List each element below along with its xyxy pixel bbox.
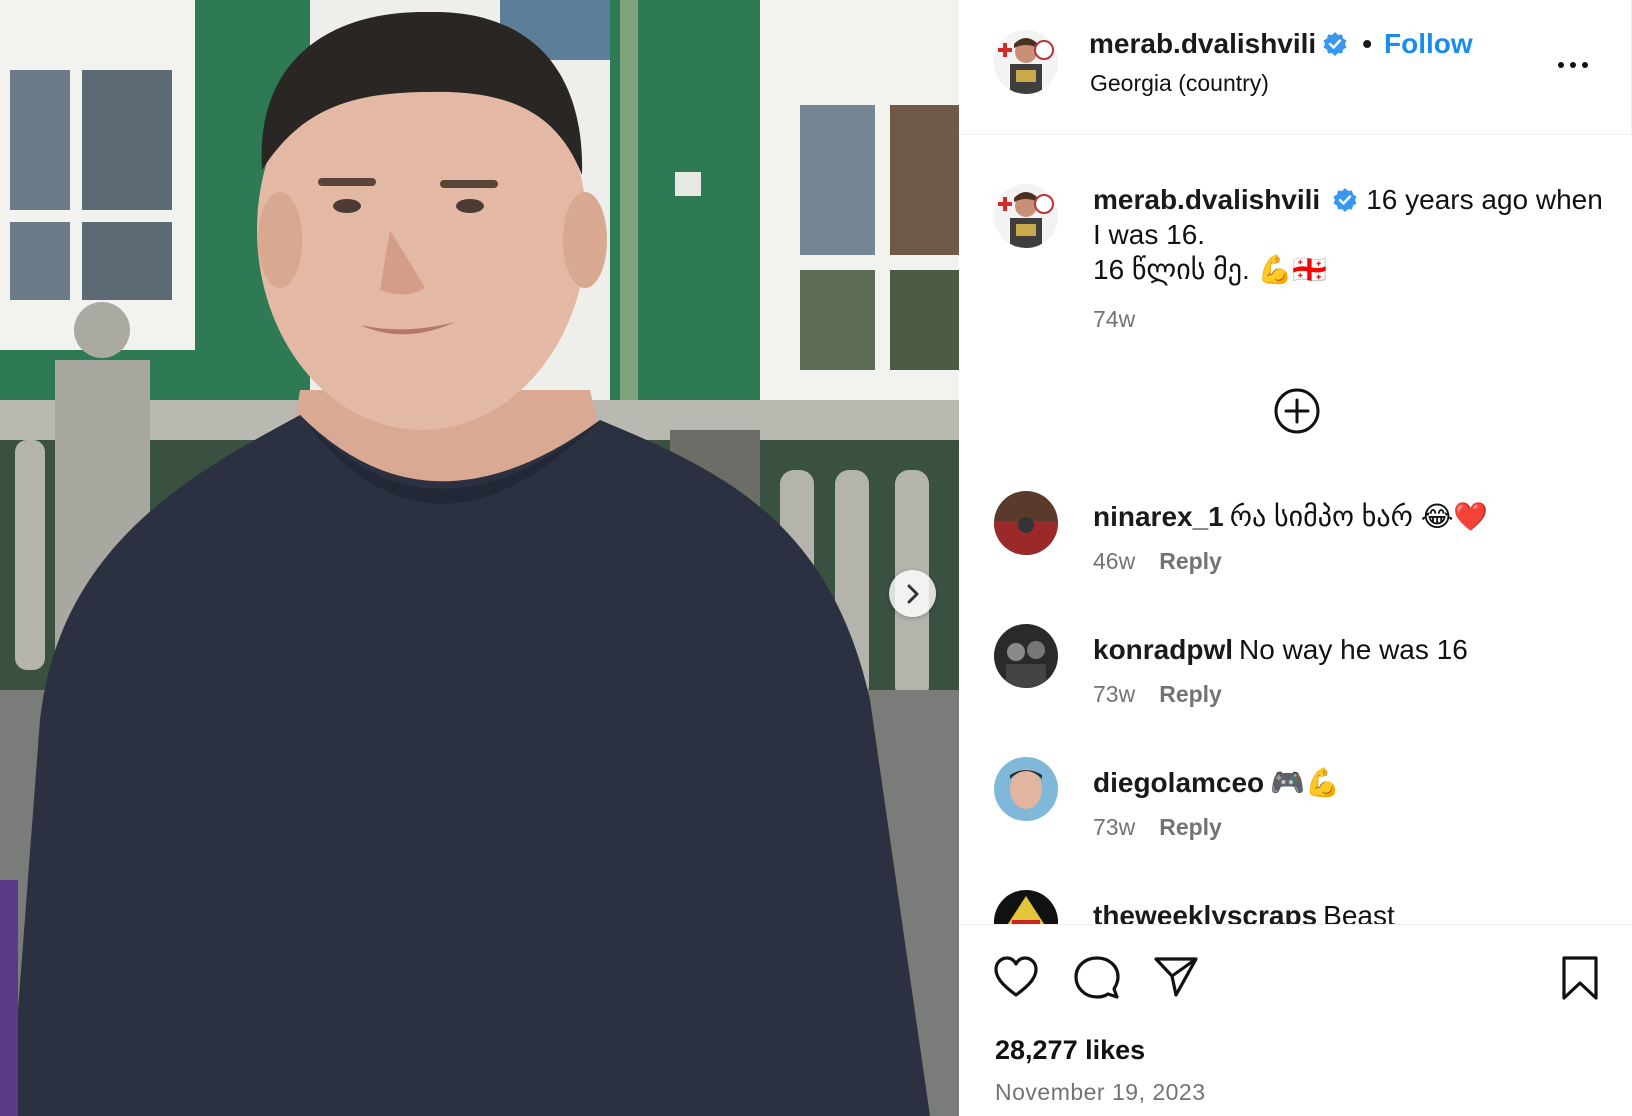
comment-age[interactable]: 73w: [1093, 681, 1135, 708]
commenter-avatar-image: [994, 890, 1058, 924]
comment-body: 🎮💪: [1270, 767, 1340, 798]
comments-list[interactable]: merab.dvalishvili 16 years ago when I was…: [959, 136, 1632, 924]
commenter-avatar-image: [994, 491, 1058, 555]
comment-icon[interactable]: [1074, 955, 1120, 1001]
caption-text: merab.dvalishvili 16 years ago when I was…: [1093, 182, 1603, 287]
verified-badge-icon: [1333, 188, 1357, 212]
bookmark-icon[interactable]: [1560, 955, 1600, 1001]
reply-button[interactable]: Reply: [1159, 681, 1222, 708]
header-user-row: merab.dvalishvili • Follow: [1089, 28, 1473, 60]
photo-illustration: [0, 0, 959, 1116]
post-location[interactable]: Georgia (country): [1090, 70, 1269, 97]
add-circle-icon[interactable]: [1272, 386, 1322, 436]
commenter-avatar-image: [994, 757, 1058, 821]
comment-meta: 73w Reply: [1093, 814, 1222, 841]
caption-line-2: 16 წლის მე. 💪🇬🇪: [1093, 254, 1328, 285]
comment-body: No way he was 16: [1239, 634, 1468, 665]
comment-meta: 46w Reply: [1093, 548, 1222, 575]
post-photo: [0, 0, 959, 1116]
post-panel: merab.dvalishvili • Follow Georgia (coun…: [959, 0, 1632, 1116]
comment-username[interactable]: konradpwl: [1093, 634, 1233, 665]
next-image-button[interactable]: [889, 570, 936, 617]
reply-button[interactable]: Reply: [1159, 814, 1222, 841]
comment-text: theweeklyscraps Beast: [1093, 898, 1603, 924]
likes-count[interactable]: 28,277 likes: [995, 1035, 1145, 1066]
header-separator: •: [1362, 28, 1373, 59]
post-actions: 28,277 likes November 19, 2023: [959, 924, 1632, 1116]
comment-text: diegolamceo 🎮💪: [1093, 765, 1603, 800]
comment-body: Beast: [1323, 900, 1395, 924]
comment-age[interactable]: 46w: [1093, 548, 1135, 575]
comment-text: ninarex_1 რა სიმპო ხარ 😂❤️: [1093, 499, 1603, 534]
comment-age[interactable]: 73w: [1093, 814, 1135, 841]
chevron-right-icon: [907, 584, 918, 603]
author-avatar-image: [994, 30, 1058, 94]
commenter-avatar-image: [994, 624, 1058, 688]
commenter-avatar[interactable]: [994, 757, 1058, 821]
post-date[interactable]: November 19, 2023: [995, 1079, 1206, 1106]
caption-age[interactable]: 74w: [1093, 306, 1135, 333]
comment-username[interactable]: diegolamceo: [1093, 767, 1264, 798]
comment-username[interactable]: ninarex_1: [1093, 501, 1224, 532]
reply-button[interactable]: Reply: [1159, 548, 1222, 575]
caption-avatar[interactable]: [994, 184, 1058, 248]
commenter-avatar[interactable]: [994, 890, 1058, 924]
comment-meta: 73w Reply: [1093, 681, 1222, 708]
comment-username[interactable]: theweeklyscraps: [1093, 900, 1317, 924]
verified-badge-icon: [1323, 32, 1347, 56]
more-options-icon[interactable]: [1553, 50, 1593, 80]
heart-icon[interactable]: [993, 955, 1039, 999]
caption-avatar-image: [994, 184, 1058, 248]
follow-button[interactable]: Follow: [1384, 28, 1473, 60]
comment-body: რა სიმპო ხარ 😂❤️: [1229, 501, 1489, 532]
post-header: merab.dvalishvili • Follow Georgia (coun…: [959, 0, 1632, 135]
author-avatar[interactable]: [994, 30, 1058, 94]
author-username[interactable]: merab.dvalishvili: [1089, 28, 1316, 60]
caption-username[interactable]: merab.dvalishvili: [1093, 184, 1320, 215]
commenter-avatar[interactable]: [994, 624, 1058, 688]
comment-text: konradpwl No way he was 16: [1093, 632, 1603, 667]
share-icon[interactable]: [1153, 955, 1199, 999]
caption-meta: 74w: [1093, 306, 1135, 333]
commenter-avatar[interactable]: [994, 491, 1058, 555]
